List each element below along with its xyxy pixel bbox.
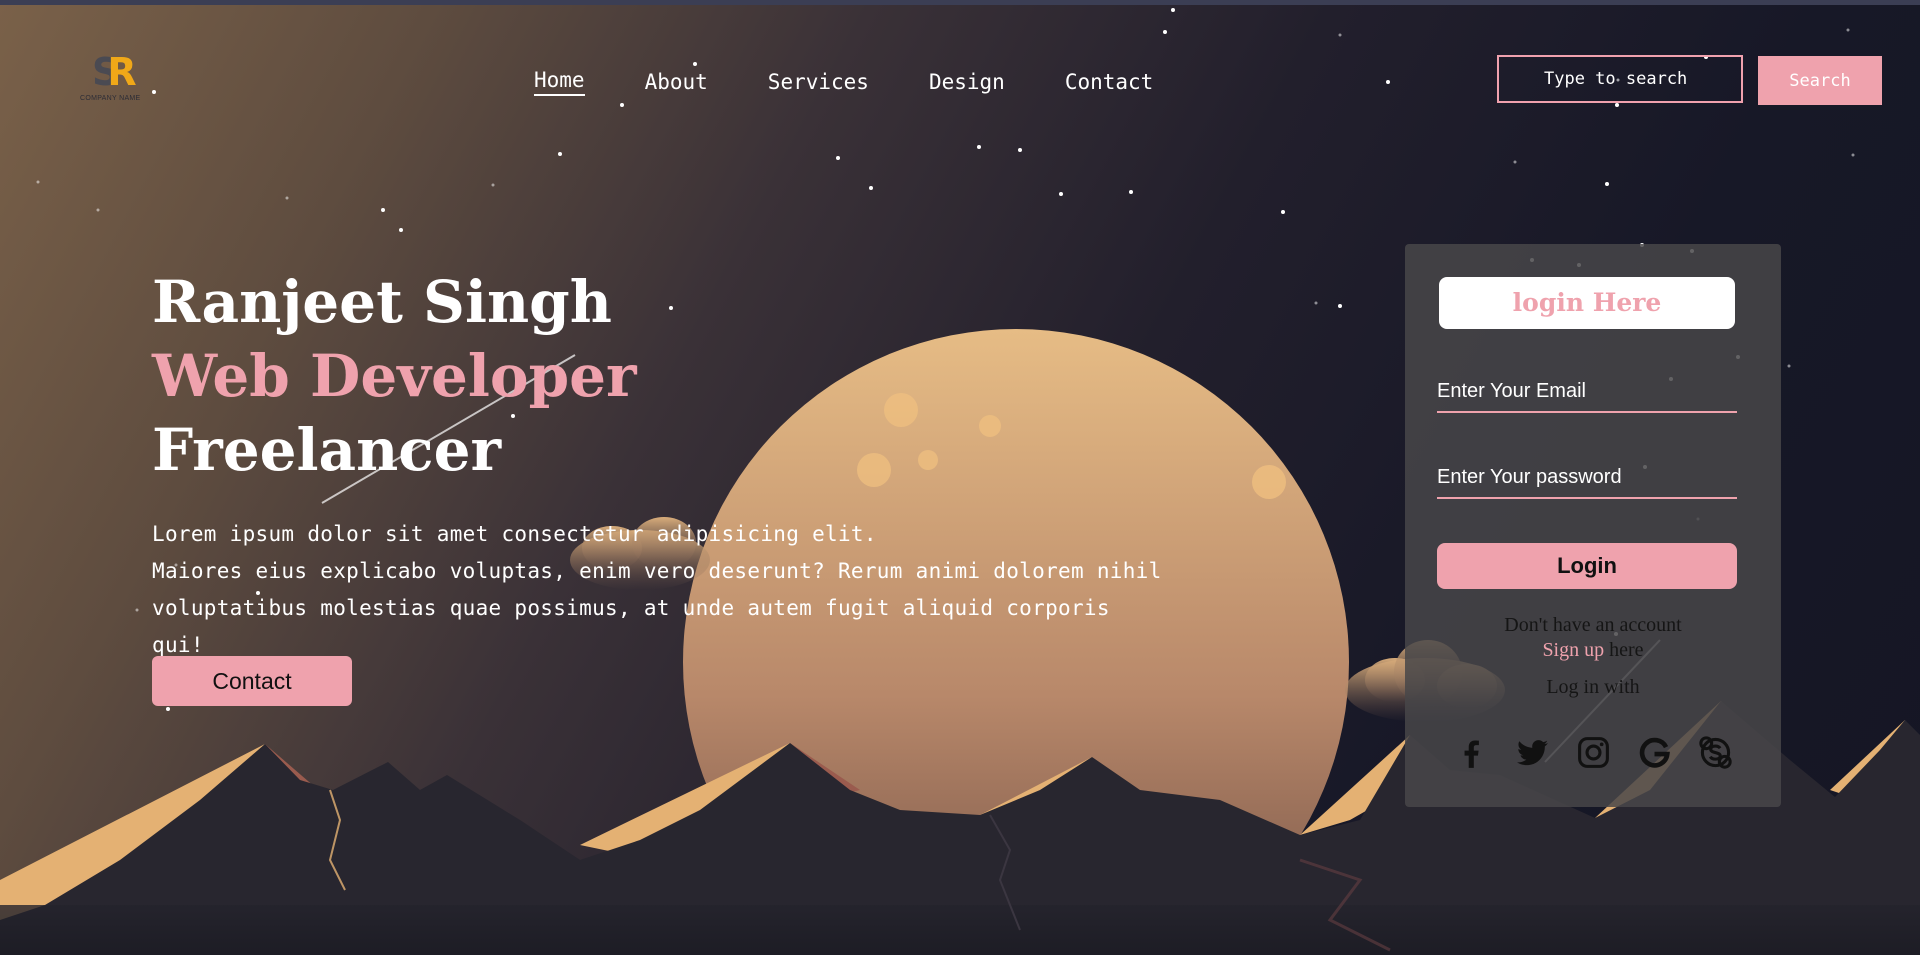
password-field[interactable] bbox=[1437, 466, 1737, 499]
nav-item-contact[interactable]: Contact bbox=[1065, 68, 1154, 96]
search-input[interactable] bbox=[1497, 55, 1743, 103]
skype-icon[interactable] bbox=[1697, 734, 1734, 771]
facebook-icon[interactable] bbox=[1453, 734, 1490, 771]
hero-description-line: voluptatibus molestias quae possimus, at… bbox=[152, 596, 1110, 657]
google-icon[interactable] bbox=[1636, 734, 1673, 771]
nav-item-design[interactable]: Design bbox=[929, 68, 1005, 96]
no-account-text: Don't have an account bbox=[1504, 614, 1682, 636]
hero-role: Web Developer bbox=[152, 342, 637, 410]
main-nav: Home About Services Design Contact bbox=[534, 68, 1213, 96]
social-login bbox=[1453, 734, 1734, 771]
login-with-text: Log in with bbox=[1546, 676, 1640, 698]
company-logo[interactable]: SR COMPANY NAME bbox=[80, 52, 160, 107]
login-panel: login Here Login Don't have an account S… bbox=[1405, 244, 1781, 807]
signup-suffix: here bbox=[1604, 639, 1644, 661]
signup-link[interactable]: Sign up bbox=[1542, 639, 1604, 661]
nav-item-services[interactable]: Services bbox=[768, 68, 869, 96]
hero-description-line: Lorem ipsum dolor sit amet consectetur a… bbox=[152, 522, 877, 546]
login-button[interactable]: Login bbox=[1437, 543, 1737, 589]
search-button[interactable]: Search bbox=[1758, 56, 1882, 105]
instagram-icon[interactable] bbox=[1575, 734, 1612, 771]
logo-mark: SR bbox=[92, 50, 137, 94]
nav-item-home[interactable]: Home bbox=[534, 68, 585, 96]
hero-tagline: Freelancer bbox=[152, 416, 502, 484]
company-name: COMPANY NAME bbox=[80, 95, 141, 102]
email-field[interactable] bbox=[1437, 380, 1737, 413]
hero-heading: Ranjeet Singh Web Developer Freelancer bbox=[152, 265, 637, 487]
login-title: login Here bbox=[1439, 277, 1735, 329]
nav-item-about[interactable]: About bbox=[645, 68, 708, 96]
contact-button[interactable]: Contact bbox=[152, 656, 352, 706]
hero-description: Lorem ipsum dolor sit amet consectetur a… bbox=[152, 516, 1172, 664]
hero-name: Ranjeet Singh bbox=[152, 268, 612, 336]
twitter-icon[interactable] bbox=[1514, 734, 1551, 771]
hero-description-line: Maiores eius explicabo voluptas, enim ve… bbox=[152, 559, 1162, 583]
signup-line: Sign up here bbox=[1405, 639, 1781, 662]
